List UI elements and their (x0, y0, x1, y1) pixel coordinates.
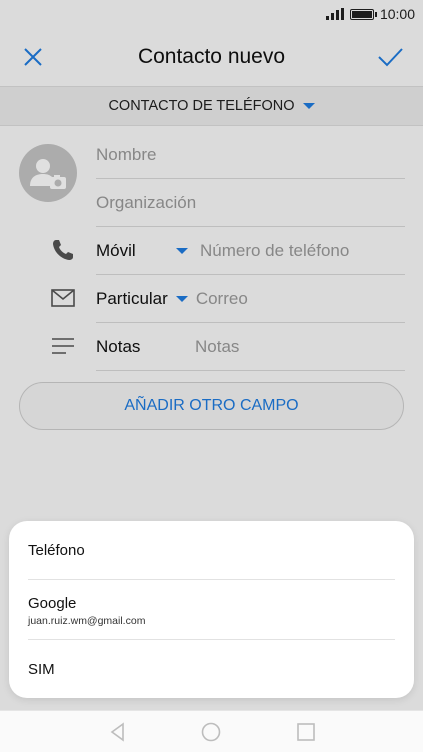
account-option-email: juan.ruiz.wm@gmail.com (28, 615, 146, 627)
back-icon[interactable] (107, 721, 129, 743)
divider (28, 579, 395, 580)
account-option-phone[interactable]: Teléfono (28, 542, 395, 559)
navigation-bar (0, 710, 423, 752)
account-option-google[interactable]: Google juan.ruiz.wm@gmail.com (28, 595, 395, 627)
account-option-title: Teléfono (28, 542, 85, 559)
account-option-title: Google (28, 595, 77, 612)
account-sheet: Teléfono Google juan.ruiz.wm@gmail.com S… (9, 521, 414, 698)
recent-apps-icon[interactable] (295, 721, 317, 743)
account-option-sim[interactable]: SIM (28, 661, 395, 678)
home-icon[interactable] (200, 721, 222, 743)
account-option-title: SIM (28, 661, 55, 678)
divider (28, 639, 395, 640)
